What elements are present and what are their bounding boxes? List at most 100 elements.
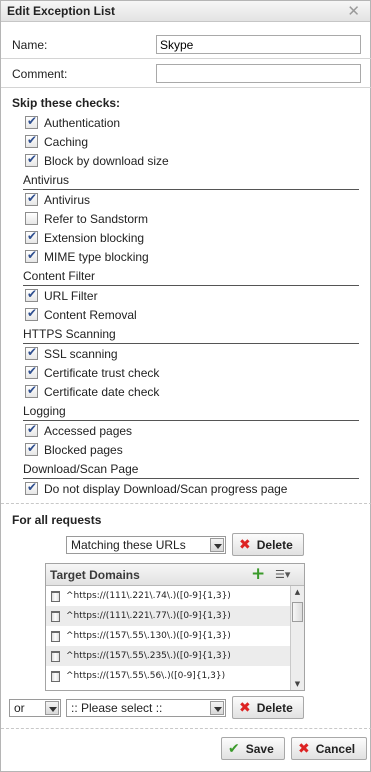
- comment-row: Comment:: [1, 59, 371, 88]
- check-label: Content Removal: [44, 307, 137, 322]
- name-row: Name:: [1, 30, 371, 59]
- checkbox[interactable]: [25, 191, 38, 206]
- checkbox[interactable]: [25, 248, 38, 263]
- scroll-thumb[interactable]: [292, 602, 303, 622]
- chevron-down-icon: [210, 701, 224, 715]
- check-mime-type-blocking[interactable]: MIME type blocking: [25, 248, 149, 265]
- checkbox[interactable]: [25, 441, 38, 456]
- check-label: Do not display Download/Scan progress pa…: [44, 481, 288, 496]
- comment-label: Comment:: [12, 67, 68, 81]
- list-item[interactable]: ^https://(111\.221\.77\.)([0-9]{1,3}): [46, 606, 291, 626]
- check-block-by-download-size[interactable]: Block by download size: [25, 152, 169, 169]
- checkbox[interactable]: [25, 364, 38, 379]
- delete-label: Delete: [256, 537, 293, 552]
- check-certificate-date[interactable]: Certificate date check: [25, 383, 159, 400]
- comment-input[interactable]: [156, 64, 361, 83]
- list-item[interactable]: ^https://(157\.55\.130\.)([0-9]{1,3}): [46, 626, 291, 646]
- checkbox[interactable]: [25, 480, 38, 495]
- group-logging-title: Logging: [23, 404, 359, 421]
- list-item[interactable]: ^https://(111\.221\.74\.)([0-9]{1,3}): [46, 586, 291, 606]
- check-label: Accessed pages: [44, 423, 133, 438]
- check-antivirus[interactable]: Antivirus: [25, 191, 90, 208]
- footer-divider: [1, 728, 371, 729]
- check-label: Authentication: [44, 115, 121, 130]
- plus-icon[interactable]: +: [251, 564, 265, 584]
- delete-x-icon: ✖: [239, 699, 251, 716]
- skip-checks-heading: Skip these checks:: [12, 96, 121, 110]
- check-label: Certificate trust check: [44, 365, 160, 380]
- chevron-down-icon: [210, 538, 224, 552]
- check-url-filter[interactable]: URL Filter: [25, 287, 98, 304]
- checkbox[interactable]: [25, 287, 38, 302]
- trash-icon[interactable]: [51, 630, 60, 642]
- check-ssl-scanning[interactable]: SSL scanning: [25, 345, 118, 362]
- delete-match-button[interactable]: ✖ Delete: [232, 533, 304, 556]
- target-domains-header: Target Domains + ☰▾: [46, 564, 304, 586]
- checkbox[interactable]: [25, 306, 38, 321]
- checkbox[interactable]: [25, 229, 38, 244]
- domain-pattern: ^https://(157\.55\.130\.)([0-9]{1,3}): [66, 631, 231, 641]
- check-label: Certificate date check: [44, 384, 160, 399]
- check-label: URL Filter: [44, 288, 98, 303]
- domain-pattern: ^https://(157\.55\.235\.)([0-9]{1,3}): [66, 651, 231, 661]
- checkbox[interactable]: [25, 422, 38, 437]
- delete-condition-button[interactable]: ✖ Delete: [232, 696, 304, 719]
- cancel-x-icon: ✖: [298, 740, 310, 757]
- list-item[interactable]: ^https://(157\.55\.235\.)([0-9]{1,3}): [46, 646, 291, 666]
- check-accessed-pages[interactable]: Accessed pages: [25, 422, 132, 439]
- check-authentication[interactable]: Authentication: [25, 114, 120, 131]
- list-menu-icon[interactable]: ☰▾: [275, 568, 290, 581]
- list-item[interactable]: ^https://(157\.55\.56\.)([0-9]{1,3}): [46, 666, 291, 686]
- condition-select[interactable]: :: Please select ::: [66, 699, 226, 717]
- match-type-value: Matching these URLs: [71, 538, 186, 552]
- save-label: Save: [245, 741, 274, 756]
- target-domains-panel: Target Domains + ☰▾ ^https://(111\.221\.…: [45, 563, 305, 691]
- group-download-title: Download/Scan Page: [23, 462, 359, 479]
- check-caching[interactable]: Caching: [25, 133, 88, 150]
- or-select[interactable]: or: [9, 699, 61, 717]
- checkbox[interactable]: [25, 114, 38, 129]
- scroll-up-icon[interactable]: ▲: [291, 586, 304, 598]
- checkbox[interactable]: [25, 152, 38, 167]
- checkbox[interactable]: [25, 383, 38, 398]
- check-refer-to-sandstorm[interactable]: Refer to Sandstorm: [25, 210, 148, 227]
- check-content-removal[interactable]: Content Removal: [25, 306, 137, 323]
- check-label: Caching: [44, 134, 89, 149]
- delete-x-icon: ✖: [239, 536, 251, 553]
- check-blocked-pages[interactable]: Blocked pages: [25, 441, 123, 458]
- check-no-download-progress[interactable]: Do not display Download/Scan progress pa…: [25, 480, 287, 497]
- cancel-label: Cancel: [315, 741, 356, 756]
- group-content-filter-title: Content Filter: [23, 269, 359, 286]
- cancel-button[interactable]: ✖ Cancel: [291, 737, 367, 760]
- for-all-requests-heading: For all requests: [12, 513, 102, 527]
- checkbox[interactable]: [25, 133, 38, 148]
- chevron-down-icon: [45, 701, 59, 715]
- save-button[interactable]: ✔ Save: [221, 737, 285, 760]
- domain-pattern: ^https://(157\.55\.56\.)([0-9]{1,3}): [66, 671, 226, 681]
- match-type-select[interactable]: Matching these URLs: [66, 536, 226, 554]
- list-scrollbar[interactable]: ▲ ▼: [290, 586, 304, 690]
- check-label: SSL scanning: [44, 346, 118, 361]
- checkbox[interactable]: [25, 345, 38, 360]
- check-label: Antivirus: [44, 192, 91, 207]
- check-certificate-trust[interactable]: Certificate trust check: [25, 364, 159, 381]
- check-label: MIME type blocking: [44, 249, 149, 264]
- trash-icon[interactable]: [51, 650, 60, 662]
- check-label: Refer to Sandstorm: [44, 211, 149, 226]
- target-domains-title: Target Domains: [50, 568, 140, 582]
- trash-icon[interactable]: [51, 590, 60, 602]
- check-extension-blocking[interactable]: Extension blocking: [25, 229, 144, 246]
- name-label: Name:: [12, 38, 48, 52]
- checkbox[interactable]: [25, 212, 38, 225]
- group-antivirus-title: Antivirus: [23, 173, 359, 190]
- check-label: Block by download size: [44, 153, 169, 168]
- trash-icon[interactable]: [51, 670, 60, 682]
- dialog-titlebar: Edit Exception List ✕: [1, 1, 370, 22]
- domain-pattern: ^https://(111\.221\.77\.)([0-9]{1,3}): [66, 611, 231, 621]
- name-input[interactable]: [156, 35, 361, 54]
- dialog-title: Edit Exception List: [7, 4, 116, 18]
- close-icon[interactable]: ✕: [347, 2, 360, 20]
- target-domains-list: ^https://(111\.221\.74\.)([0-9]{1,3}) ^h…: [46, 586, 291, 690]
- trash-icon[interactable]: [51, 610, 60, 622]
- scroll-down-icon[interactable]: ▼: [291, 678, 304, 690]
